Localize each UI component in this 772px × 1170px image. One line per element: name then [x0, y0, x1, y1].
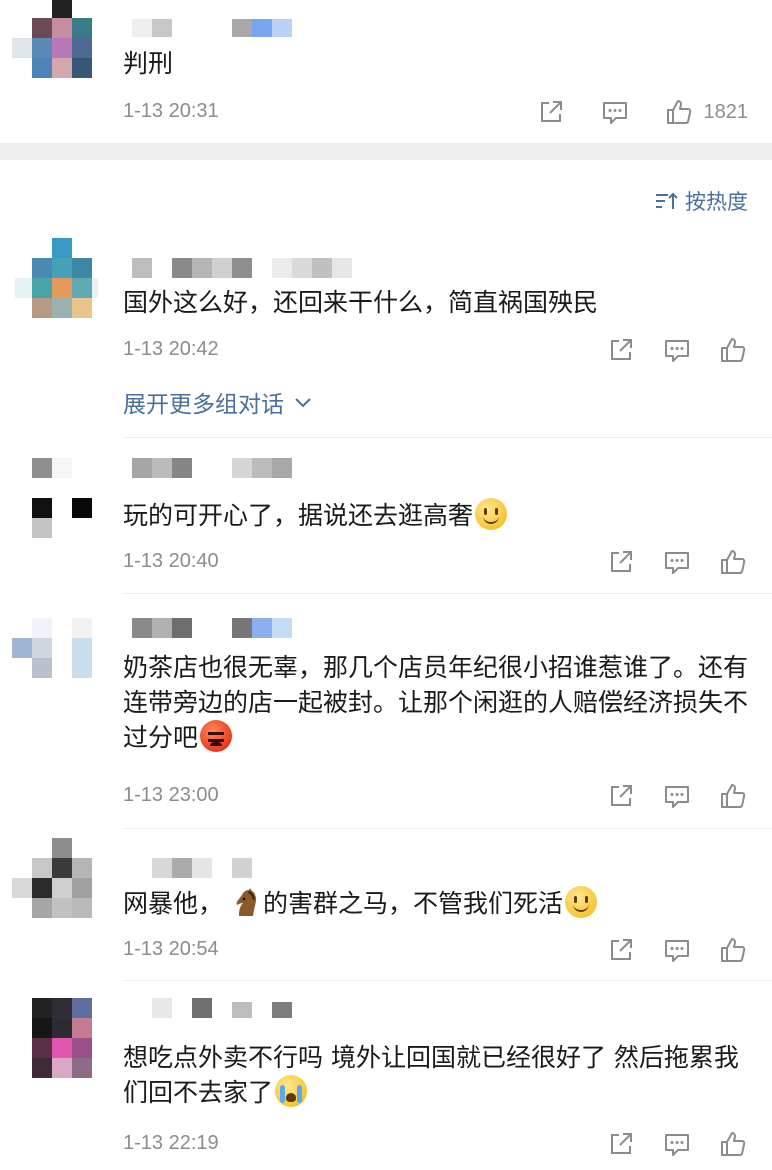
share-button[interactable]	[536, 97, 566, 127]
comment-icon	[662, 1129, 692, 1159]
chevron-down-icon	[295, 398, 311, 408]
crying-emoji-icon	[275, 1075, 308, 1107]
comment-icon	[662, 547, 692, 577]
comment-text: 奶茶店也很无辜，那几个店员年纪很小招谁惹谁了。还有连带旁边的店一起被封。让那个闲…	[123, 650, 752, 755]
share-icon	[606, 547, 636, 577]
comment-actions: 1821	[536, 97, 749, 127]
comment-text-body: 想吃点外卖不行吗 境外让回国就已经很好了 然后拖累我们回不去家了	[123, 1043, 739, 1107]
like-button[interactable]	[718, 1129, 748, 1159]
comment-actions	[606, 335, 748, 365]
divider	[123, 437, 772, 438]
comment-time: 1-13 20:54	[123, 938, 219, 960]
thumbs-up-icon	[664, 97, 694, 127]
section-separator	[0, 143, 772, 160]
divider	[123, 828, 772, 829]
share-icon	[536, 97, 566, 127]
reply-button[interactable]	[662, 935, 692, 965]
thumbs-up-icon	[718, 935, 748, 965]
sort-label: 按热度	[685, 190, 748, 214]
like-button[interactable]	[718, 781, 748, 811]
share-button[interactable]	[606, 547, 636, 577]
comment-time: 1-13 22:19	[123, 1132, 219, 1154]
angry-emoji-icon	[200, 720, 233, 752]
comment-text: 玩的可开心了，据说还去逛高奢	[123, 498, 752, 533]
divider	[123, 980, 772, 981]
horse-emoji-icon	[236, 888, 256, 916]
thumbs-up-icon	[718, 781, 748, 811]
comment-text: 网暴他， 的害群之马，不管我们死活	[123, 886, 752, 921]
thumbs-up-icon	[718, 335, 748, 365]
share-icon	[606, 781, 636, 811]
thumbs-up-icon	[718, 1129, 748, 1159]
comment-icon	[662, 335, 692, 365]
sort-toggle[interactable]: 按热度	[653, 186, 748, 216]
divider	[123, 593, 772, 594]
comment-time: 1-13 20:31	[123, 100, 219, 122]
comment-actions	[606, 935, 748, 965]
comment-text: 判刑	[123, 49, 174, 78]
like-button[interactable]	[718, 335, 748, 365]
comment-actions	[606, 547, 748, 577]
like-button[interactable]	[718, 547, 748, 577]
reply-button[interactable]	[600, 97, 630, 127]
comment-icon	[600, 97, 630, 127]
comment-text-body: 玩的可开心了，据说还去逛高奢	[123, 501, 474, 530]
expand-replies-label: 展开更多组对话	[123, 392, 284, 418]
comment-time: 1-13 23:00	[123, 784, 219, 806]
comment-actions	[606, 1129, 748, 1159]
comment-text: 国外这么好，还回来干什么，简直祸国殃民	[123, 288, 599, 317]
smile-emoji-icon	[475, 498, 508, 530]
share-button[interactable]	[606, 335, 636, 365]
share-button[interactable]	[606, 935, 636, 965]
comment-icon	[662, 781, 692, 811]
thumbs-up-icon	[718, 547, 748, 577]
share-icon	[606, 935, 636, 965]
comment-icon	[662, 935, 692, 965]
comment-time: 1-13 20:42	[123, 338, 219, 360]
comment-text-part2: 的害群之马，不管我们死活	[262, 889, 563, 918]
reply-button[interactable]	[662, 1129, 692, 1159]
share-icon	[606, 1129, 636, 1159]
comment-actions	[606, 781, 748, 811]
share-button[interactable]	[606, 781, 636, 811]
like-count: 1821	[703, 100, 749, 123]
share-button[interactable]	[606, 1129, 636, 1159]
share-icon	[606, 335, 636, 365]
sort-icon	[656, 192, 678, 209]
comment-time: 1-13 20:40	[123, 550, 219, 572]
like-button[interactable]: 1821	[664, 97, 749, 127]
smile-emoji-icon	[564, 886, 597, 918]
like-button[interactable]	[718, 935, 748, 965]
comment-text-part1: 网暴他，	[123, 889, 224, 918]
expand-replies-link[interactable]: 展开更多组对话	[123, 385, 314, 419]
comment-text: 想吃点外卖不行吗 境外让回国就已经很好了 然后拖累我们回不去家了	[123, 1040, 752, 1110]
reply-button[interactable]	[662, 547, 692, 577]
reply-button[interactable]	[662, 335, 692, 365]
reply-button[interactable]	[662, 781, 692, 811]
